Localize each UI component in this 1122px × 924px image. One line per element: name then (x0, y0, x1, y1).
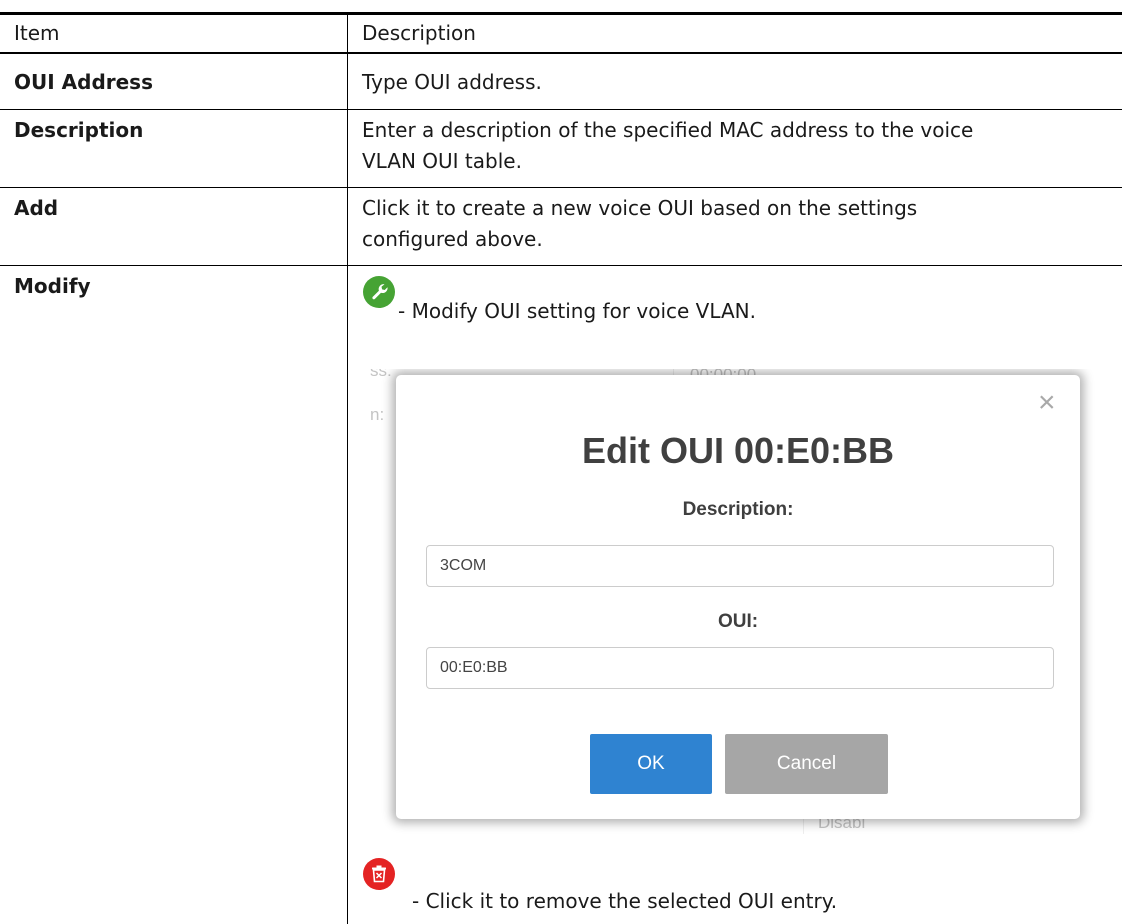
oui-label: OUI: (717, 611, 759, 632)
row-desc-description-line1: Enter a description of the specified MAC… (362, 118, 974, 142)
edit-oui-screenshot: ss: n: 00:00:00 Disabl × Edit OUI 00:E0:… (360, 369, 1122, 834)
table-header-rule (0, 52, 1122, 54)
row-divider (0, 187, 1122, 188)
header-description: Description (362, 21, 476, 45)
modal-title: Edit OUI 00:E0:BB (581, 430, 895, 471)
row-divider (0, 265, 1122, 266)
delete-description: - Click it to remove the selected OUI en… (412, 889, 838, 913)
table-top-rule (0, 12, 1122, 15)
close-icon[interactable]: × (1038, 388, 1056, 418)
trash-icon[interactable] (363, 858, 395, 890)
row-desc-add-line1: Click it to create a new voice OUI based… (362, 196, 918, 220)
row-item-add: Add (14, 196, 59, 220)
row-item-modify: Modify (14, 274, 91, 298)
cancel-button[interactable]: Cancel (725, 734, 888, 794)
edit-oui-modal: × Edit OUI 00:E0:BB Description: 3COM OU… (396, 375, 1080, 819)
background-label-fragment: n: (370, 405, 385, 424)
row-desc-oui-address: Type OUI address. (362, 70, 542, 94)
row-item-description: Description (14, 118, 144, 142)
row-divider (0, 109, 1122, 110)
row-desc-add-line2: configured above. (362, 227, 543, 251)
description-field[interactable]: 3COM (426, 545, 1054, 587)
header-item: Item (14, 21, 60, 45)
oui-field[interactable]: 00:E0:BB (426, 647, 1054, 689)
row-desc-description-line2: VLAN OUI table. (362, 149, 522, 173)
column-divider (347, 14, 348, 924)
modify-description: - Modify OUI setting for voice VLAN. (398, 299, 756, 323)
document-table: Item Description OUI Address Type OUI ad… (0, 0, 1122, 924)
description-label: Description: (682, 499, 794, 520)
ok-button[interactable]: OK (590, 734, 712, 794)
background-label-fragment: ss: (370, 369, 392, 380)
wrench-icon[interactable] (363, 276, 395, 308)
row-item-oui-address: OUI Address (14, 70, 153, 94)
